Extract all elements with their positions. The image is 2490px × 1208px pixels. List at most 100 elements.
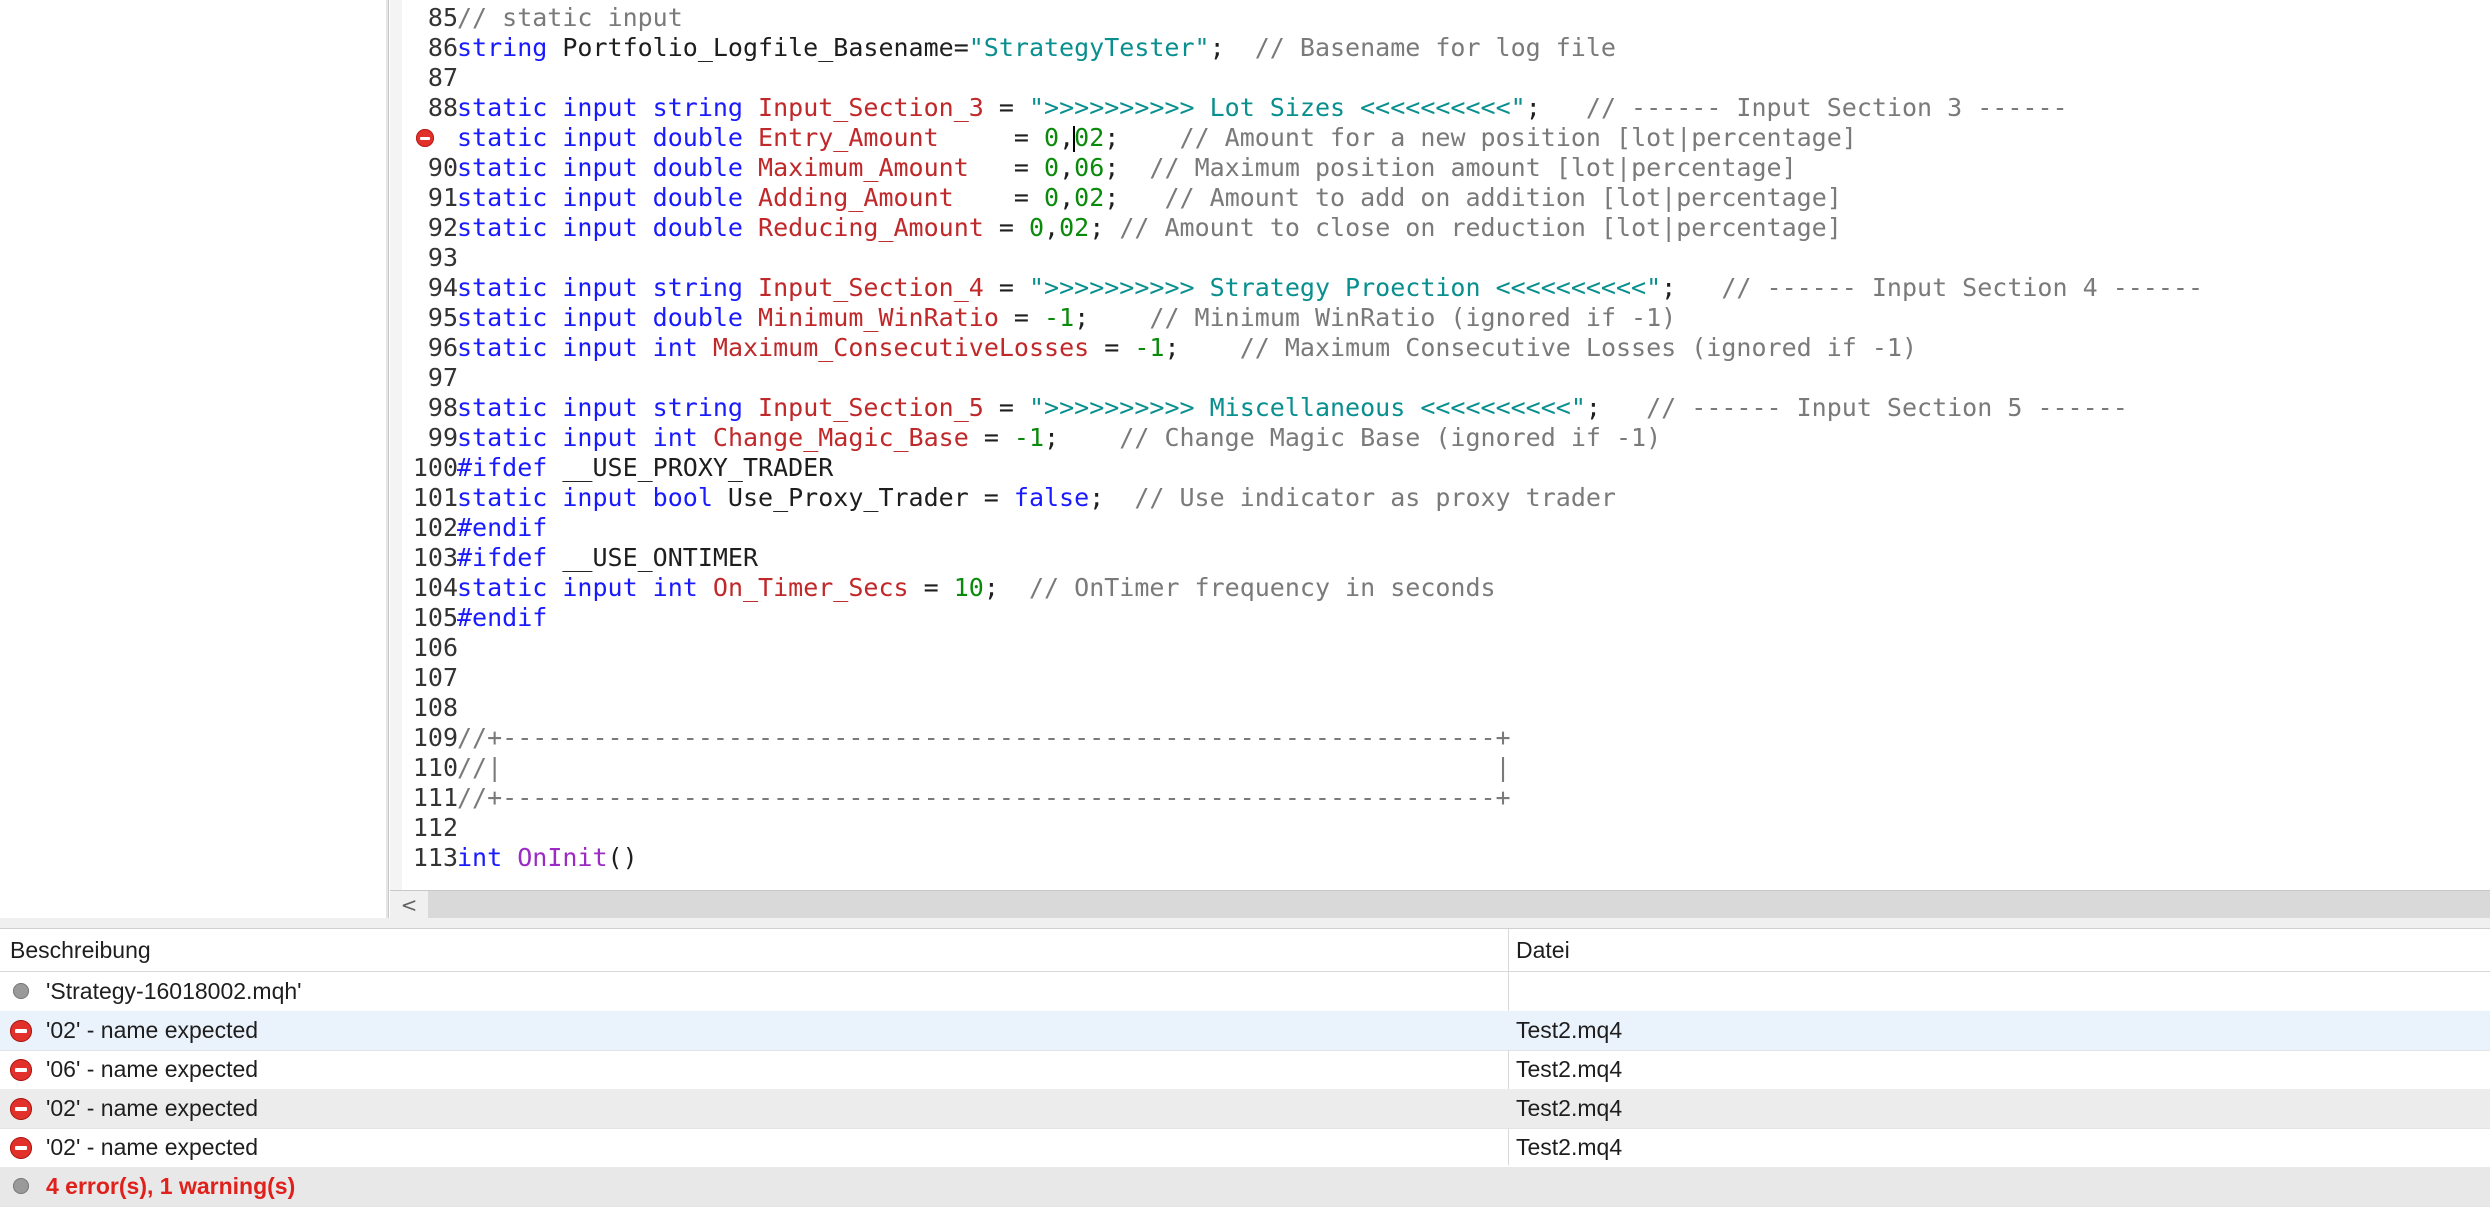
line-number: 86 <box>427 33 458 62</box>
line-number: 92 <box>427 213 458 242</box>
error-file: Test2.mq4 <box>1516 1134 1623 1160</box>
horizontal-scrollbar[interactable]: < <box>390 890 2490 919</box>
code-token: Use_Proxy_Trader = <box>712 483 1014 512</box>
code-token: // ------ Input Section 5 ------ <box>1646 393 2128 422</box>
column-header-file[interactable]: Datei <box>1516 929 1570 971</box>
error-row[interactable]: '02' - name expected Test2.mq4 <box>0 1128 2490 1168</box>
code-line[interactable]: 97 <box>402 363 2490 393</box>
code-line[interactable]: 99 static input int Change_Magic_Base = -… <box>402 423 2490 453</box>
code-token: 06 <box>1074 153 1105 182</box>
code-token: ; <box>1104 123 1180 152</box>
errors-panel: Beschreibung Datei 'Strategy-16018002.mq… <box>0 929 2490 1208</box>
code-line[interactable]: 100 #ifdef __USE_PROXY_TRADER <box>402 453 2490 483</box>
code-line[interactable]: 107 <box>402 663 2490 693</box>
code-token: -1 <box>1044 303 1075 332</box>
code-token: static input string <box>457 393 743 422</box>
code-line[interactable]: 95 static input double Minimum_WinRatio =… <box>402 303 2490 333</box>
line-number: 101 <box>412 483 458 512</box>
code-line[interactable]: static input double Entry_Amount = 0,02;… <box>402 123 2490 153</box>
code-line[interactable]: 104 static input int On_Timer_Secs = 10; … <box>402 573 2490 603</box>
code-line[interactable]: 90 static input double Maximum_Amount = 0… <box>402 153 2490 183</box>
code-token: //+-------------------------------------… <box>457 783 1511 812</box>
error-row[interactable]: 'Strategy-16018002.mqh' <box>0 972 2490 1012</box>
code-token: ; <box>983 573 1029 602</box>
error-file: Test2.mq4 <box>1516 1095 1623 1121</box>
code-line[interactable]: 108 <box>402 693 2490 723</box>
error-file: Test2.mq4 <box>1516 1056 1623 1082</box>
error-marker-icon[interactable] <box>416 129 434 147</box>
code-line[interactable]: 103 #ifdef __USE_ONTIMER <box>402 543 2490 573</box>
code-token: Input_Section_5 <box>758 393 984 422</box>
code-token: // static input <box>457 3 683 32</box>
code-text: //+-------------------------------------… <box>457 723 1511 753</box>
code-token: //| | <box>457 753 1511 782</box>
code-line[interactable]: 98 static input string Input_Section_5 = … <box>402 393 2490 423</box>
code-token: ; <box>1104 183 1165 212</box>
code-token: ; <box>1585 393 1647 422</box>
code-token: static input double <box>457 303 743 332</box>
error-row[interactable]: '02' - name expected Test2.mq4 <box>0 1011 2490 1051</box>
scroll-left-arrow-icon[interactable]: < <box>390 891 428 919</box>
line-number: 90 <box>427 153 458 182</box>
code-line[interactable]: 101 static input bool Use_Proxy_Trader = … <box>402 483 2490 513</box>
error-description: '02' - name expected <box>46 1017 259 1043</box>
code-line[interactable]: 88 static input string Input_Section_3 = … <box>402 93 2490 123</box>
column-header-description[interactable]: Beschreibung <box>10 929 151 971</box>
code-token: ; <box>1104 153 1150 182</box>
code-token: #endif <box>457 603 548 632</box>
code-token: Portfolio_Logfile_Basename= <box>547 33 969 62</box>
code-token: ">>>>>>>>>> Lot Sizes <<<<<<<<<<" <box>1028 93 1526 122</box>
code-line[interactable]: 94 static input string Input_Section_4 = … <box>402 273 2490 303</box>
code-line[interactable]: 96 static input int Maximum_ConsecutiveLo… <box>402 333 2490 363</box>
line-number: 110 <box>412 753 458 782</box>
code-text: static input double Minimum_WinRatio = -… <box>457 303 1676 333</box>
code-line[interactable]: 112 <box>402 813 2490 843</box>
code-token: __USE_PROXY_TRADER <box>547 453 834 482</box>
line-number: 93 <box>427 243 458 272</box>
error-summary-row[interactable]: 4 error(s), 1 warning(s) <box>0 1167 2490 1207</box>
code-editor[interactable]: 85// static input 86 string Portfolio_Logf… <box>402 0 2490 890</box>
summary-dot-icon <box>13 1178 29 1194</box>
code-text: #endif <box>457 513 547 543</box>
line-number: 94 <box>427 273 458 302</box>
navigator-pane <box>0 0 389 918</box>
code-line[interactable]: 109//+----------------------------------… <box>402 723 2490 753</box>
code-line[interactable]: 106 <box>402 633 2490 663</box>
code-token: = <box>908 573 954 602</box>
code-token: , <box>1044 213 1060 242</box>
code-text: // static input <box>457 3 683 33</box>
code-line[interactable]: 91 static input double Adding_Amount = 0,… <box>402 183 2490 213</box>
code-token: ; <box>1661 273 1722 302</box>
code-token: ; <box>1074 303 1150 332</box>
code-token: 0 <box>1044 123 1060 152</box>
code-line[interactable]: 113 int OnInit() <box>402 843 2490 873</box>
code-text: //+-------------------------------------… <box>457 783 1511 813</box>
code-line[interactable]: 86 string Portfolio_Logfile_Basename="Str… <box>402 33 2490 63</box>
code-token: Change_Magic_Base <box>712 423 969 452</box>
code-text: static input int On_Timer_Secs = 10; // … <box>457 573 1496 603</box>
code-token: = <box>953 183 1045 212</box>
code-token: static input string <box>457 93 743 122</box>
code-line[interactable]: 85// static input <box>402 3 2490 33</box>
line-number: 111 <box>412 783 458 812</box>
error-row[interactable]: '06' - name expected Test2.mq4 <box>0 1050 2490 1090</box>
code-line[interactable]: 87 <box>402 63 2490 93</box>
code-line[interactable]: 111//+----------------------------------… <box>402 783 2490 813</box>
code-line[interactable]: 105 #endif <box>402 603 2490 633</box>
code-line[interactable]: 102 #endif <box>402 513 2490 543</box>
error-row[interactable]: '02' - name expected Test2.mq4 <box>0 1089 2490 1129</box>
code-token: static input double <box>457 153 743 182</box>
code-line[interactable]: 93 <box>402 243 2490 273</box>
code-line[interactable]: 92 static input double Reducing_Amount = … <box>402 213 2490 243</box>
code-line[interactable]: 110//| | <box>402 753 2490 783</box>
code-token: -1 <box>1134 333 1165 362</box>
code-token: // ------ Input Section 4 ------ <box>1721 273 2203 302</box>
code-token: #endif <box>457 513 548 542</box>
code-text: static input bool Use_Proxy_Trader = fal… <box>457 483 1616 513</box>
panel-splitter[interactable] <box>0 918 2490 929</box>
line-number: 102 <box>412 513 458 542</box>
code-token: = <box>983 273 1029 302</box>
